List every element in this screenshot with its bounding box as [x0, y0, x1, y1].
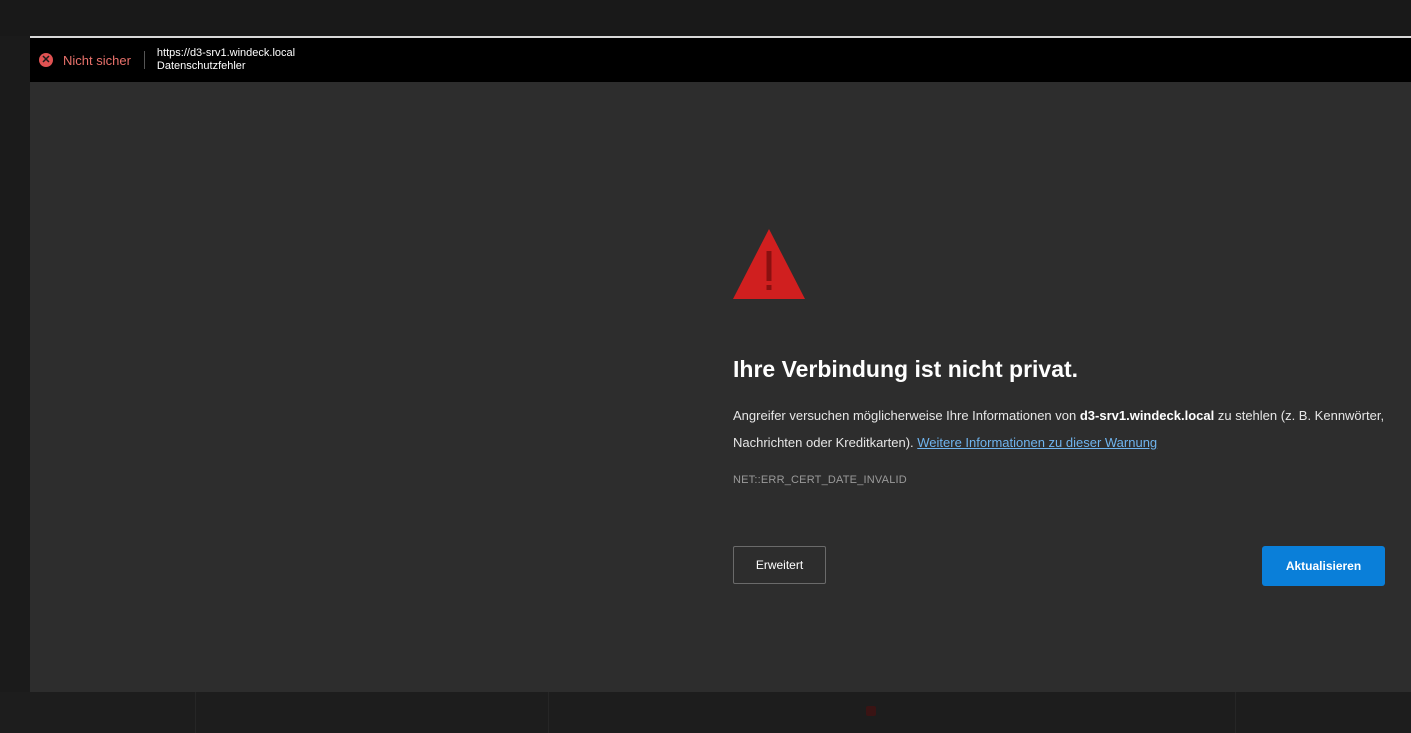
browser-window: ✕ Nicht sicher https://d3-srv1.windeck.l…	[30, 36, 1411, 692]
page-title: Datenschutzfehler	[156, 60, 246, 72]
error-page: Ihre Verbindung ist nicht privat. Angrei…	[30, 82, 1411, 692]
app-titlebar: ✕ Nicht sicher https://d3-srv1.windeck.l…	[30, 38, 1411, 82]
more-info-link[interactable]: Weitere Informationen zu dieser Warnung	[917, 435, 1157, 450]
description-text: Angreifer versuchen möglicherweise Ihre …	[733, 408, 1080, 423]
taskbar-divider	[1235, 692, 1236, 733]
hostname: d3-srv1.windeck.local	[1079, 408, 1215, 423]
warning-triangle-icon	[733, 229, 805, 299]
error-code: NET::ERR_CERT_DATE_INVALID	[733, 474, 907, 486]
taskbar-divider	[195, 692, 196, 733]
desktop-top-strip	[0, 0, 1411, 36]
refresh-button[interactable]: Aktualisieren	[1262, 546, 1385, 586]
url-block: https://d3-srv1.windeck.local Datenschut…	[157, 47, 295, 73]
advanced-button[interactable]: Erweitert	[733, 546, 826, 584]
desktop-left-strip	[0, 36, 30, 696]
error-description: Angreifer versuchen möglicherweise Ihre …	[733, 402, 1411, 456]
taskbar	[0, 692, 1411, 733]
titlebar-divider	[143, 51, 145, 69]
taskbar-divider	[548, 692, 549, 733]
security-label: Nicht sicher	[63, 52, 131, 68]
url-text: https://d3-srv1.windeck.local	[156, 47, 296, 59]
security-indicator[interactable]: ✕ Nicht sicher	[39, 53, 131, 68]
taskbar-app-icon[interactable]	[866, 706, 876, 716]
error-heading: Ihre Verbindung ist nicht privat.	[733, 356, 1079, 382]
x-circle-icon: ✕	[39, 53, 53, 67]
